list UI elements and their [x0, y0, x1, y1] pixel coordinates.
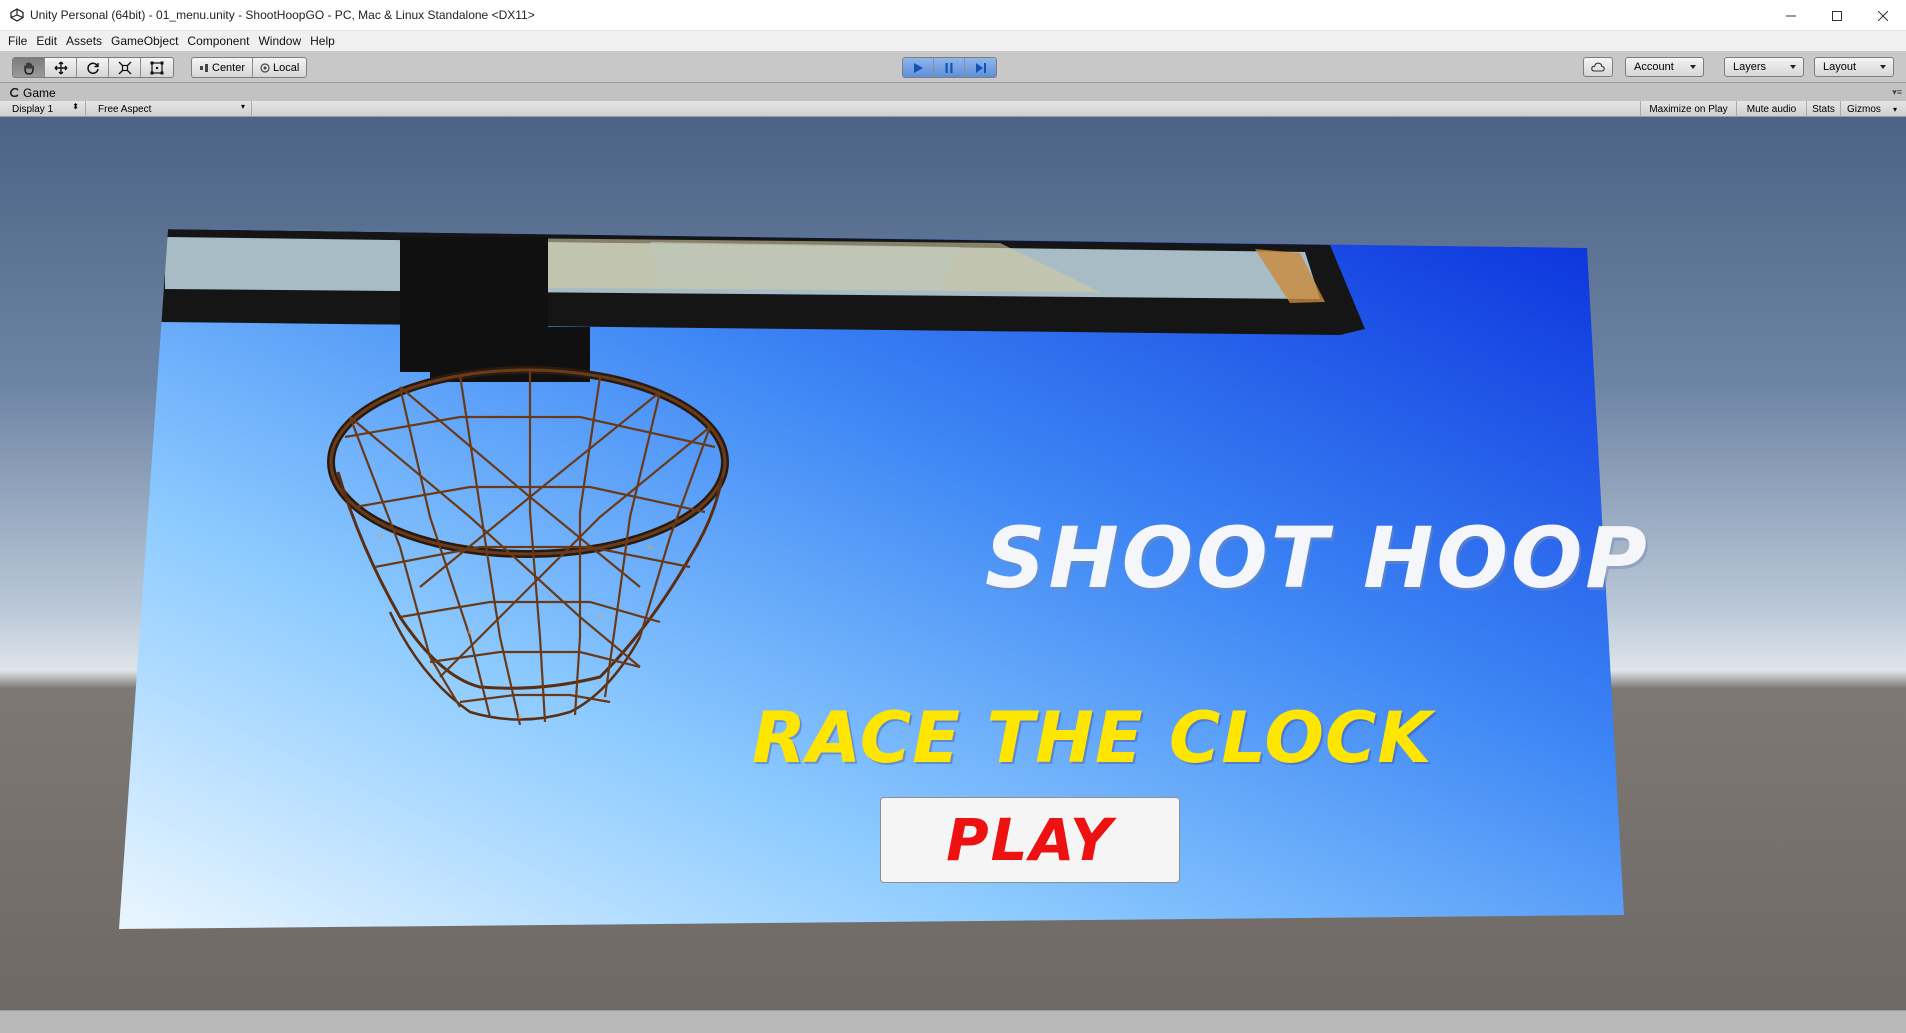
- tab-game[interactable]: Game: [0, 86, 56, 100]
- maximize-icon: [1832, 10, 1842, 21]
- step-button[interactable]: [965, 58, 996, 77]
- pivot-toggles: Center Local: [191, 57, 308, 78]
- pivot-local-toggle[interactable]: Local: [253, 58, 306, 77]
- pause-icon: [945, 62, 953, 73]
- pivot-center-label: Center: [212, 61, 246, 74]
- menu-bar: File Edit Assets GameObject Component Wi…: [0, 31, 1906, 51]
- rect-tool-button[interactable]: [141, 58, 173, 77]
- game-tab-icon: [10, 88, 19, 97]
- layers-dropdown[interactable]: Layers: [1724, 57, 1804, 77]
- display-dropdown[interactable]: Display 1 ⬍: [6, 101, 86, 117]
- menu-file[interactable]: File: [6, 34, 34, 48]
- minimize-icon: [1786, 15, 1796, 16]
- game-panel-tabbar: Game ▾≡: [0, 84, 1906, 101]
- close-button[interactable]: [1860, 0, 1906, 31]
- panel-options-icon[interactable]: ▾≡: [1892, 87, 1902, 98]
- close-icon: [1878, 10, 1888, 21]
- local-pivot-icon: [260, 62, 270, 73]
- cloud-button[interactable]: [1583, 57, 1613, 77]
- menu-component[interactable]: Component: [185, 34, 256, 48]
- account-label: Account: [1634, 61, 1674, 73]
- aspect-dropdown[interactable]: Free Aspect ▾: [92, 101, 252, 117]
- stats-toggle[interactable]: Stats: [1806, 101, 1840, 117]
- main-toolbar: Center Local Account Layers Layout: [0, 51, 1906, 83]
- mute-audio-toggle[interactable]: Mute audio: [1736, 101, 1806, 117]
- chevron-down-icon: ▾: [240, 102, 245, 111]
- minimize-button[interactable]: [1768, 0, 1814, 31]
- menu-edit[interactable]: Edit: [34, 34, 64, 48]
- updown-arrows-icon: ⬍: [72, 102, 79, 111]
- chevron-down-icon: [1880, 65, 1886, 69]
- chevron-down-icon: [1790, 65, 1796, 69]
- game-view-toolbar: Display 1 ⬍ Free Aspect ▾ Maximize on Play…: [0, 101, 1906, 117]
- game-viewport[interactable]: SHOOT HOOP RACE THE CLOCK PLAY: [0, 117, 1906, 1010]
- menu-help[interactable]: Help: [308, 34, 342, 48]
- scale-tool-button[interactable]: [109, 58, 141, 77]
- aspect-label: Free Aspect: [98, 103, 152, 115]
- layout-dropdown[interactable]: Layout: [1814, 57, 1894, 77]
- rotate-tool-button[interactable]: [77, 58, 109, 77]
- step-icon: [975, 62, 986, 73]
- hand-icon: [23, 61, 34, 75]
- play-game-button[interactable]: PLAY: [880, 797, 1180, 883]
- display-label: Display 1: [12, 103, 54, 115]
- rect-tool-icon: [150, 61, 164, 74]
- game-tab-label: Game: [23, 85, 56, 100]
- menu-window[interactable]: Window: [256, 34, 308, 48]
- menu-gameobject[interactable]: GameObject: [109, 34, 185, 48]
- scale-icon: [118, 61, 131, 74]
- maximize-on-play-toggle[interactable]: Maximize on Play: [1640, 101, 1736, 117]
- transform-tools: [12, 57, 174, 78]
- menu-assets[interactable]: Assets: [64, 34, 109, 48]
- maximize-button[interactable]: [1814, 0, 1860, 31]
- move-tool-button[interactable]: [45, 58, 77, 77]
- layers-label: Layers: [1733, 61, 1767, 73]
- game-title: SHOOT HOOP: [985, 509, 1650, 607]
- play-controls: [902, 57, 997, 78]
- gizmos-dropdown[interactable]: Gizmos ▾: [1840, 101, 1900, 117]
- pivot-local-label: Local: [273, 61, 300, 74]
- play-button[interactable]: [903, 58, 934, 77]
- chevron-down-icon: ▾: [1892, 104, 1897, 114]
- pivot-center-toggle[interactable]: Center: [192, 58, 254, 77]
- status-bar: [0, 1010, 1906, 1033]
- pause-button[interactable]: [934, 58, 965, 77]
- game-subtitle: RACE THE CLOCK: [752, 697, 1433, 779]
- chevron-down-icon: [1690, 65, 1696, 69]
- window-title: Unity Personal (64bit) - 01_menu.unity -…: [30, 8, 535, 22]
- title-bar: Unity Personal (64bit) - 01_menu.unity -…: [0, 0, 1906, 31]
- move-icon: [54, 61, 67, 74]
- rotate-icon: [86, 62, 99, 74]
- center-pivot-icon: [200, 63, 208, 72]
- account-dropdown[interactable]: Account: [1625, 57, 1704, 77]
- gizmos-label: Gizmos: [1847, 103, 1881, 115]
- unity-logo-icon: [6, 0, 28, 31]
- play-icon: [914, 62, 923, 73]
- layout-label: Layout: [1823, 61, 1857, 73]
- hand-tool-button[interactable]: [13, 58, 45, 77]
- cloud-icon: [1591, 62, 1605, 72]
